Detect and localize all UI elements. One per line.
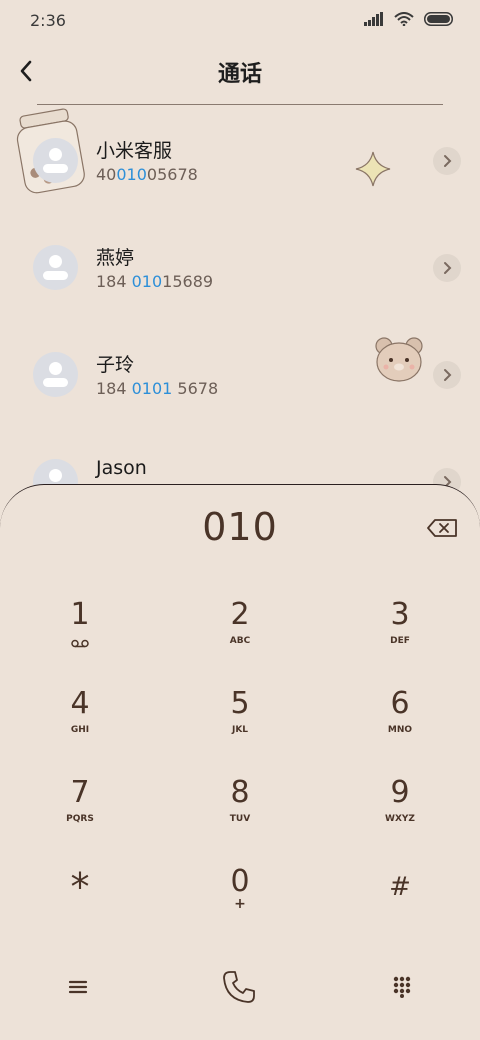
menu-button[interactable] xyxy=(53,962,103,1012)
contact-row[interactable]: 小米客服 4001005678 xyxy=(0,124,480,216)
key-1[interactable]: 1 xyxy=(20,597,140,671)
delete-button[interactable] xyxy=(424,515,460,541)
key-letters: MNO xyxy=(387,725,413,735)
chevron-right-icon xyxy=(444,369,452,381)
contact-name: 子玲 xyxy=(96,354,135,376)
contact-details-button[interactable] xyxy=(433,254,461,282)
key-8[interactable]: 8 TUV xyxy=(180,775,300,849)
signal-icon xyxy=(364,12,383,26)
key-digit: 0 xyxy=(230,864,250,899)
menu-icon xyxy=(68,980,88,994)
call-button[interactable] xyxy=(214,962,264,1012)
key-6[interactable]: 6 MNO xyxy=(340,686,460,760)
avatar xyxy=(33,138,78,183)
key-hash[interactable]: # xyxy=(340,869,460,943)
status-time: 2:36 xyxy=(30,11,66,30)
contact-name: 小米客服 xyxy=(96,140,173,162)
contact-number: 4001005678 xyxy=(96,165,198,184)
status-icons xyxy=(364,12,454,26)
key-star[interactable]: * xyxy=(20,865,140,943)
key-letters: JKL xyxy=(231,725,249,735)
key-2[interactable]: 2 ABC xyxy=(180,597,300,671)
key-digit: 3 xyxy=(390,597,410,632)
battery-icon xyxy=(424,12,453,26)
key-letters: DEF xyxy=(390,636,410,646)
key-digit: 5 xyxy=(230,686,250,721)
page-title: 通话 xyxy=(217,62,262,87)
dialer-panel: 010 1 2 ABC 3 DEF 4 GHI 5 JKL 6 MNO 7 PQ… xyxy=(0,484,480,1040)
key-letters: TUV xyxy=(229,814,251,824)
contact-name: Jason xyxy=(96,457,147,479)
voicemail-icon xyxy=(71,639,89,648)
key-4[interactable]: 4 GHI xyxy=(20,686,140,760)
key-0[interactable]: 0 + xyxy=(180,864,300,938)
avatar xyxy=(33,352,78,397)
wifi-icon xyxy=(394,12,414,26)
contact-name: 燕婷 xyxy=(96,247,135,269)
header-divider xyxy=(37,104,443,105)
sparkle-sticker-icon xyxy=(355,151,391,187)
key-7[interactable]: 7 PQRS xyxy=(20,775,140,849)
key-letters: WXYZ xyxy=(385,814,415,824)
key-digit: 8 xyxy=(230,775,250,810)
backspace-icon xyxy=(427,519,457,537)
dialpad-icon xyxy=(393,976,411,998)
contact-number: 184 0101 5678 xyxy=(96,379,219,398)
phone-icon xyxy=(223,971,255,1003)
contact-details-button[interactable] xyxy=(433,361,461,389)
key-letters: + xyxy=(234,896,246,912)
contact-number: 184 01015689 xyxy=(96,272,214,291)
key-digit: * xyxy=(70,865,90,909)
key-9[interactable]: 9 WXYZ xyxy=(340,775,460,849)
contact-row[interactable]: 子玲 184 0101 5678 xyxy=(0,338,480,430)
header: 通话 xyxy=(0,44,480,98)
key-digit: 7 xyxy=(70,775,90,810)
key-digit: 9 xyxy=(390,775,410,810)
key-5[interactable]: 5 JKL xyxy=(180,686,300,760)
dialed-number: 010 xyxy=(202,505,278,549)
key-digit: 4 xyxy=(70,686,90,721)
key-letters: ABC xyxy=(229,636,251,646)
key-digit: # xyxy=(389,872,411,902)
chevron-right-icon xyxy=(444,155,452,167)
key-digit: 2 xyxy=(230,597,250,632)
contact-details-button[interactable] xyxy=(433,147,461,175)
key-letters: GHI xyxy=(70,725,90,735)
avatar xyxy=(33,245,78,290)
key-3[interactable]: 3 DEF xyxy=(340,597,460,671)
chevron-right-icon xyxy=(444,262,452,274)
key-letters: PQRS xyxy=(66,814,94,824)
key-digit: 1 xyxy=(70,597,90,632)
contact-row[interactable]: 燕婷 184 01015689 xyxy=(0,231,480,323)
dialpad-toggle-button[interactable] xyxy=(377,962,427,1012)
status-bar: 2:36 xyxy=(0,0,480,42)
key-digit: 6 xyxy=(390,686,410,721)
